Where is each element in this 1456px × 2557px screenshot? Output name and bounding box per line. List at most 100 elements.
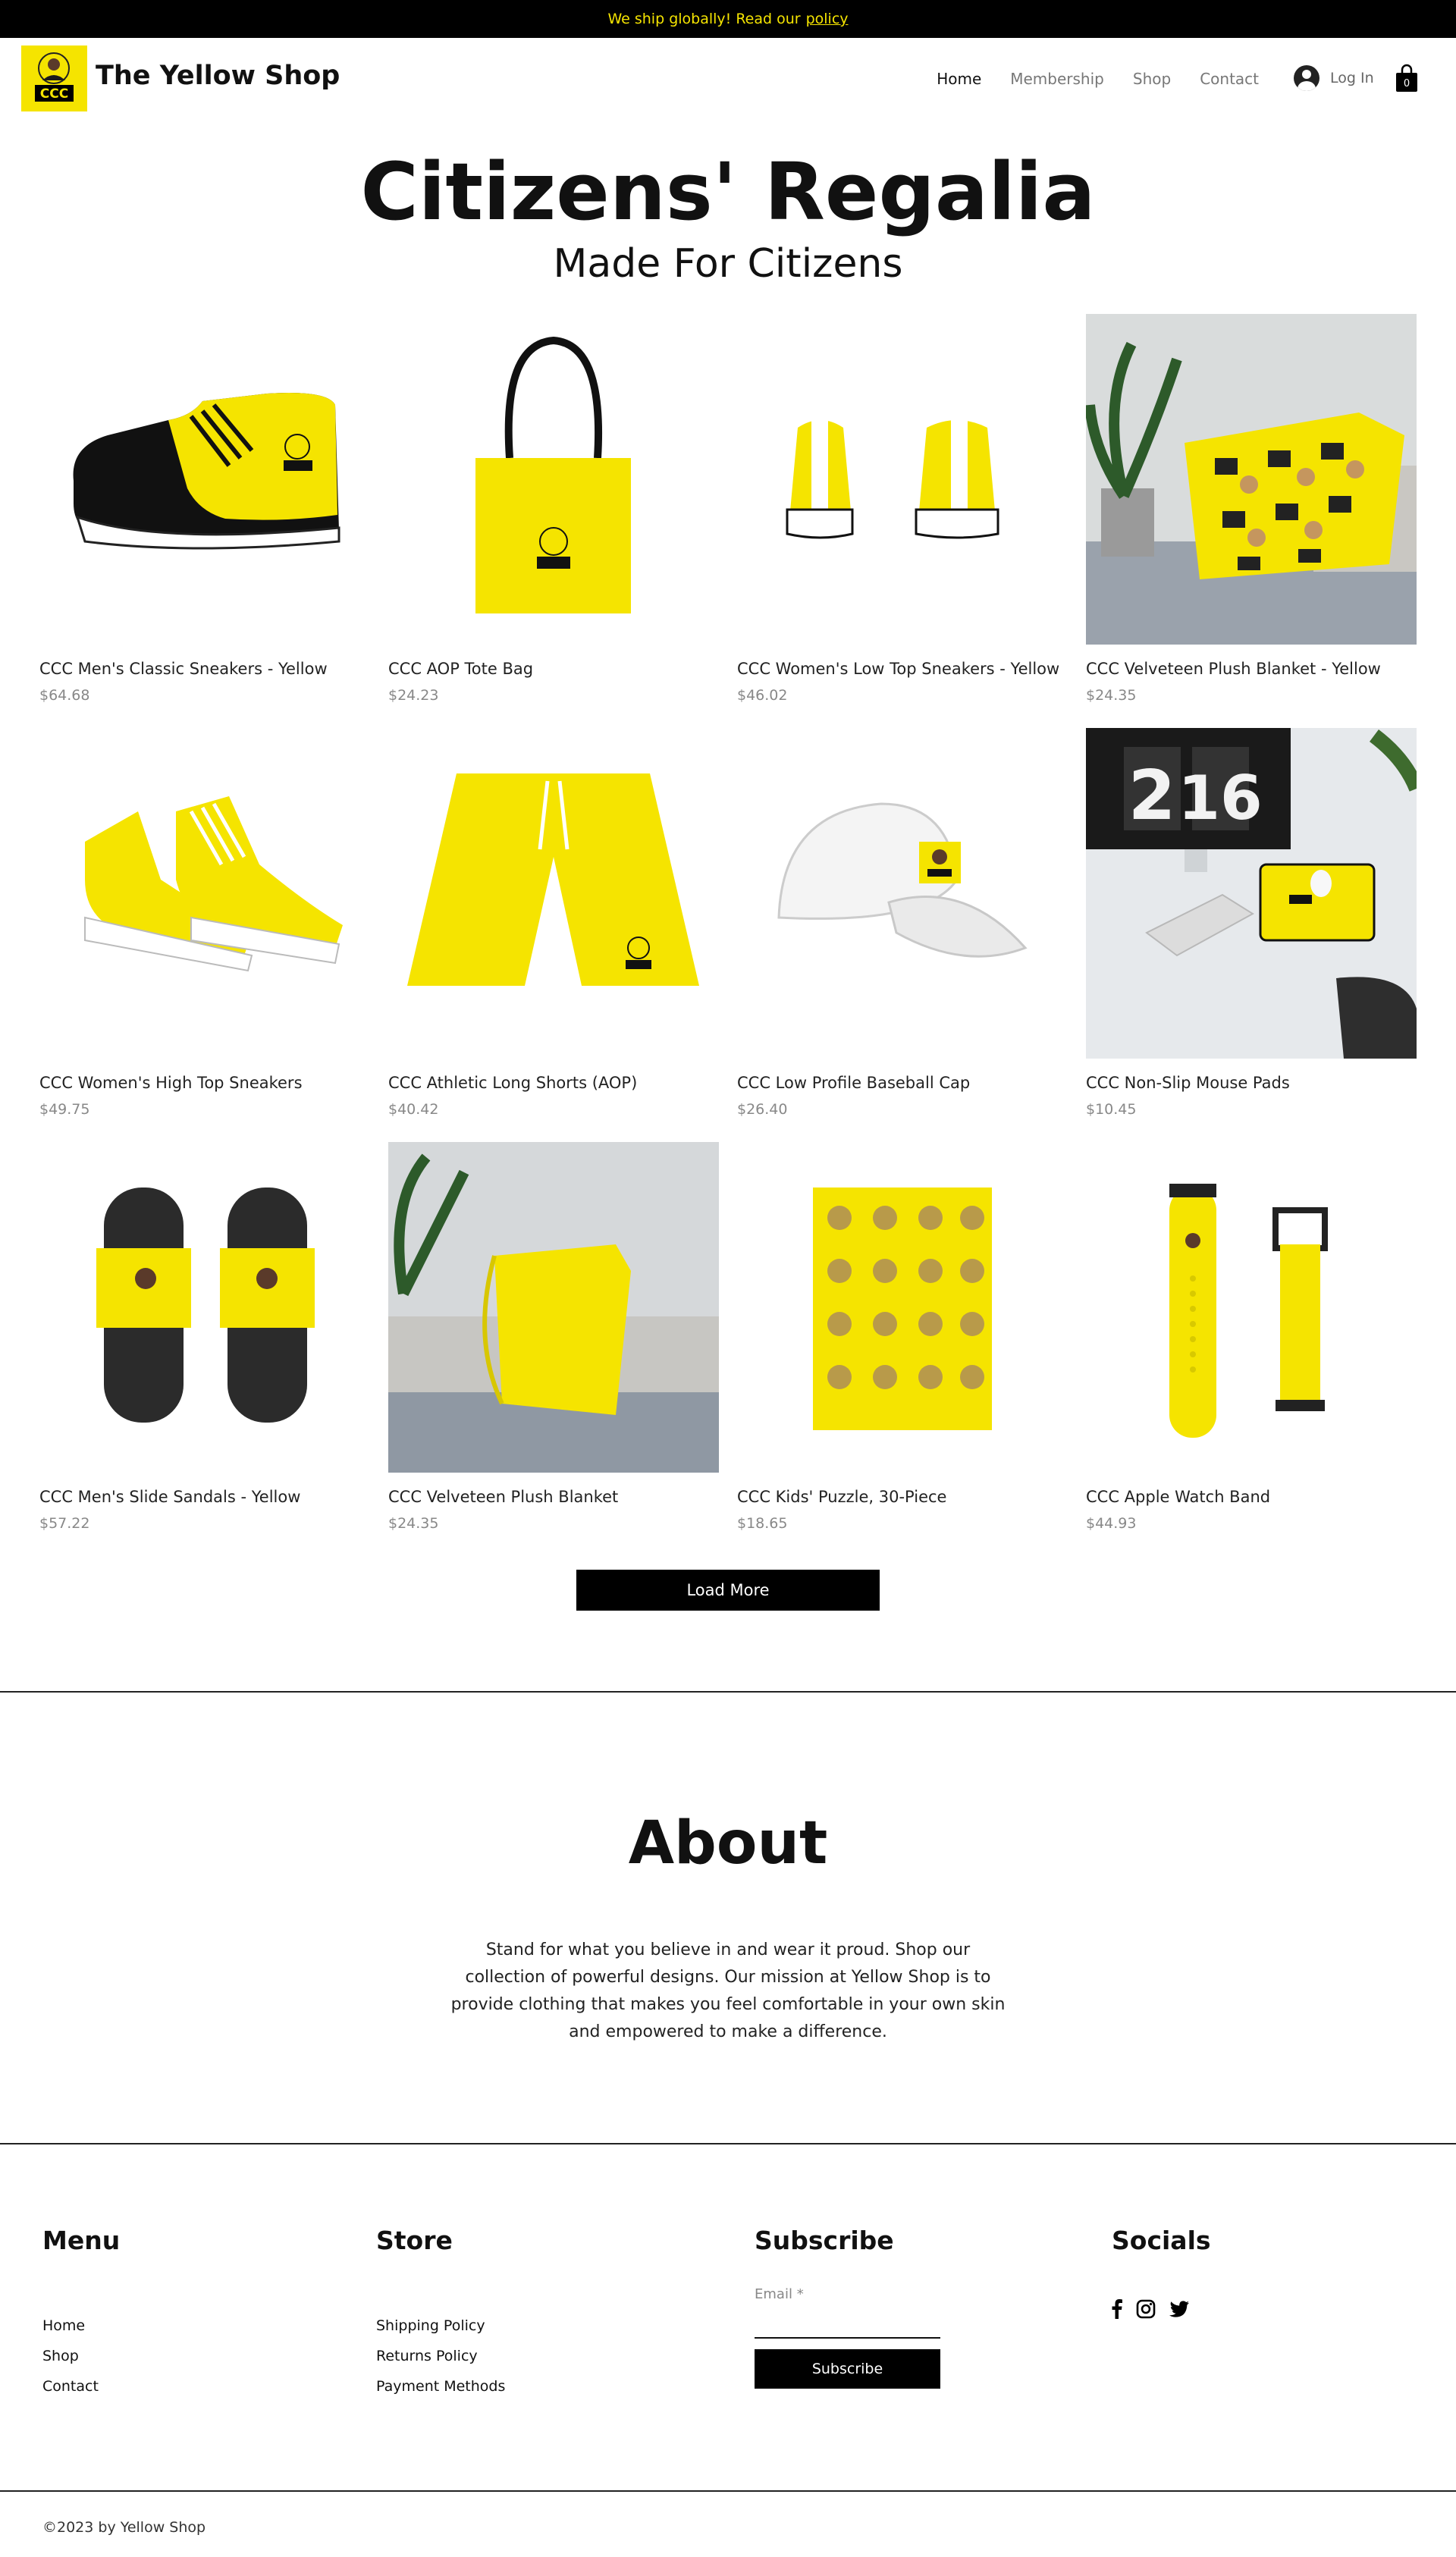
product-name[interactable]: CCC Men's Slide Sandals - Yellow bbox=[39, 1488, 370, 1506]
product-price: $49.75 bbox=[39, 1101, 90, 1118]
product-card[interactable]: CCC Men's Classic Sneakers - Yellow $64.… bbox=[39, 314, 370, 704]
section-divider bbox=[0, 2143, 1456, 2144]
product-price: $24.35 bbox=[1086, 687, 1137, 704]
twitter-icon[interactable] bbox=[1169, 2301, 1189, 2320]
product-price: $44.93 bbox=[1086, 1515, 1137, 1532]
facebook-icon[interactable] bbox=[1112, 2299, 1122, 2322]
product-price: $26.40 bbox=[737, 1101, 788, 1118]
product-image-apple-watch-band[interactable] bbox=[1086, 1142, 1417, 1473]
site-logo[interactable]: CCC bbox=[21, 45, 87, 111]
footer-subscribe: Subscribe bbox=[755, 2226, 894, 2255]
copyright: ©2023 by Yellow Shop bbox=[42, 2519, 206, 2536]
product-card[interactable]: CCC Kids' Puzzle, 30-Piece $18.65 bbox=[737, 1142, 1068, 1532]
product-card[interactable]: CCC Women's High Top Sneakers $49.75 bbox=[39, 728, 370, 1118]
product-price: $46.02 bbox=[737, 687, 788, 704]
footer-store-title: Store bbox=[376, 2226, 453, 2255]
hero-title: Citizens' Regalia bbox=[360, 146, 1096, 238]
user-avatar-icon bbox=[1294, 65, 1320, 91]
banner-policy-link[interactable]: policy bbox=[806, 11, 849, 27]
product-card[interactable]: CCC AOP Tote Bag $24.23 bbox=[388, 314, 719, 704]
product-name[interactable]: CCC Low Profile Baseball Cap bbox=[737, 1074, 1068, 1092]
product-price: $18.65 bbox=[737, 1515, 788, 1532]
login-label: Log In bbox=[1330, 70, 1374, 86]
product-price: $64.68 bbox=[39, 687, 90, 704]
product-name[interactable]: CCC Apple Watch Band bbox=[1086, 1488, 1417, 1506]
product-name[interactable]: CCC Kids' Puzzle, 30-Piece bbox=[737, 1488, 1068, 1506]
footer-link-contact[interactable]: Contact bbox=[42, 2371, 99, 2402]
instagram-icon[interactable] bbox=[1136, 2299, 1156, 2322]
product-image-mouse-pad[interactable]: 2 16 bbox=[1086, 728, 1417, 1059]
footer-link-shop[interactable]: Shop bbox=[42, 2341, 99, 2371]
footer-link-shipping-policy[interactable]: Shipping Policy bbox=[376, 2311, 505, 2341]
product-price: $57.22 bbox=[39, 1515, 90, 1532]
product-name[interactable]: CCC Women's High Top Sneakers bbox=[39, 1074, 370, 1092]
product-image-tote-bag[interactable] bbox=[388, 314, 719, 645]
cart-icon[interactable]: 0 bbox=[1395, 64, 1418, 93]
footer-link-returns-policy[interactable]: Returns Policy bbox=[376, 2341, 505, 2371]
load-more-button[interactable]: Load More bbox=[576, 1570, 880, 1611]
product-card[interactable]: CCC Low Profile Baseball Cap $26.40 bbox=[737, 728, 1068, 1118]
product-name[interactable]: CCC Velveteen Plush Blanket - Yellow bbox=[1086, 660, 1417, 678]
footer-divider bbox=[0, 2490, 1456, 2492]
product-card[interactable]: CCC Women's Low Top Sneakers - Yellow $4… bbox=[737, 314, 1068, 704]
product-card[interactable]: CCC Velveteen Plush Blanket - Yellow $24… bbox=[1086, 314, 1417, 704]
section-divider bbox=[0, 1691, 1456, 1693]
main-nav: Home Membership Shop Contact bbox=[910, 70, 1259, 88]
svg-text:2: 2 bbox=[1128, 756, 1176, 836]
email-field-label: Email * bbox=[755, 2286, 804, 2302]
required-mark: * bbox=[796, 2286, 804, 2302]
product-card[interactable]: 2 16 CCC Non-Slip Mouse Pads $10.45 bbox=[1086, 728, 1417, 1118]
footer-store: Store Shipping Policy Returns Policy Pay… bbox=[376, 2226, 505, 2395]
footer-menu-title: Menu bbox=[42, 2226, 121, 2255]
product-price: $24.23 bbox=[388, 687, 439, 704]
product-image-baseball-cap[interactable] bbox=[737, 728, 1068, 1059]
product-image-womens-low-top-sneakers[interactable] bbox=[737, 314, 1068, 645]
product-image-womens-high-top-sneakers[interactable] bbox=[39, 728, 370, 1059]
footer-menu-links: Home Shop Contact bbox=[42, 2311, 99, 2402]
product-price: $10.45 bbox=[1086, 1101, 1137, 1118]
product-card[interactable]: CCC Velveteen Plush Blanket $24.35 bbox=[388, 1142, 719, 1532]
product-card[interactable]: CCC Men's Slide Sandals - Yellow $57.22 bbox=[39, 1142, 370, 1532]
footer-link-payment-methods[interactable]: Payment Methods bbox=[376, 2371, 505, 2402]
product-price: $24.35 bbox=[388, 1515, 439, 1532]
footer-socials-title: Socials bbox=[1112, 2226, 1211, 2255]
product-name[interactable]: CCC Velveteen Plush Blanket bbox=[388, 1488, 719, 1506]
site-title[interactable]: The Yellow Shop bbox=[96, 61, 340, 91]
product-image-velveteen-blanket[interactable] bbox=[388, 1142, 719, 1473]
product-name[interactable]: CCC Men's Classic Sneakers - Yellow bbox=[39, 660, 370, 678]
product-name[interactable]: CCC Athletic Long Shorts (AOP) bbox=[388, 1074, 719, 1092]
email-label-text: Email bbox=[755, 2286, 792, 2302]
announcement-banner: We ship globally! Read our policy bbox=[0, 0, 1456, 38]
product-image-velveteen-blanket-yellow[interactable] bbox=[1086, 314, 1417, 645]
subscribe-button[interactable]: Subscribe bbox=[755, 2349, 940, 2389]
hero-subtitle: Made For Citizens bbox=[553, 241, 903, 287]
product-name[interactable]: CCC Non-Slip Mouse Pads bbox=[1086, 1074, 1417, 1092]
product-image-slide-sandals[interactable] bbox=[39, 1142, 370, 1473]
svg-text:16: 16 bbox=[1178, 763, 1262, 833]
product-card[interactable]: CCC Athletic Long Shorts (AOP) $40.42 bbox=[388, 728, 719, 1118]
email-field[interactable] bbox=[755, 2337, 940, 2339]
banner-text: We ship globally! Read our bbox=[607, 11, 801, 27]
footer-socials: Socials bbox=[1112, 2226, 1211, 2255]
login-button[interactable]: Log In bbox=[1294, 65, 1374, 91]
product-image-mens-classic-sneakers[interactable] bbox=[39, 314, 370, 645]
product-price: $40.42 bbox=[388, 1101, 439, 1118]
nav-shop[interactable]: Shop bbox=[1133, 70, 1171, 88]
svg-text:CCC: CCC bbox=[40, 86, 68, 102]
product-image-kids-puzzle[interactable] bbox=[737, 1142, 1068, 1473]
product-image-athletic-shorts[interactable] bbox=[388, 728, 719, 1059]
about-text: Stand for what you believe in and wear i… bbox=[450, 1940, 1006, 2041]
nav-contact[interactable]: Contact bbox=[1200, 70, 1259, 88]
footer-menu: Menu Home Shop Contact bbox=[42, 2226, 121, 2395]
social-icons bbox=[1112, 2299, 1189, 2322]
product-card[interactable]: CCC Apple Watch Band $44.93 bbox=[1086, 1142, 1417, 1532]
nav-membership[interactable]: Membership bbox=[1010, 70, 1104, 88]
footer-store-links: Shipping Policy Returns Policy Payment M… bbox=[376, 2311, 505, 2402]
site-header: CCC The Yellow Shop Home Membership Shop… bbox=[0, 38, 1456, 121]
nav-home[interactable]: Home bbox=[937, 70, 981, 88]
footer-link-home[interactable]: Home bbox=[42, 2311, 99, 2341]
product-name[interactable]: CCC Women's Low Top Sneakers - Yellow bbox=[737, 660, 1068, 678]
about-title: About bbox=[628, 1809, 828, 1878]
footer-subscribe-title: Subscribe bbox=[755, 2226, 894, 2255]
product-name[interactable]: CCC AOP Tote Bag bbox=[388, 660, 719, 678]
